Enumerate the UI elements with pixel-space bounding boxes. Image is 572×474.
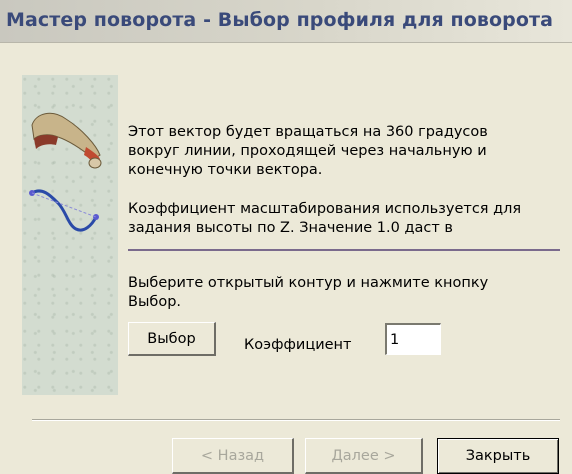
section-divider — [128, 249, 560, 251]
description-text: Этот вектор будет вращаться на 360 граду… — [128, 123, 538, 243]
back-button[interactable]: < Назад — [172, 438, 294, 474]
revolve-illustration-panel — [22, 75, 118, 395]
coefficient-input[interactable] — [385, 323, 441, 355]
next-button[interactable]: Далее > — [305, 438, 423, 474]
instruction-text: Выберите открытый контур и нажмите кнопк… — [128, 275, 489, 310]
window-title: Мастер поворота - Выбор профиля для пово… — [6, 9, 554, 31]
description-paragraph-1: Этот вектор будет вращаться на 360 граду… — [128, 124, 488, 178]
close-button[interactable]: Закрыть — [437, 438, 559, 474]
title-bar: Мастер поворота - Выбор профиля для пово… — [0, 0, 572, 43]
footer-divider — [32, 419, 560, 421]
revolve-profile-illustration-icon — [29, 112, 102, 232]
wizard-body: Этот вектор будет вращаться на 360 граду… — [0, 43, 572, 474]
select-button[interactable]: Выбор — [128, 322, 216, 356]
description-paragraph-2: Коэффициент масштабирования используется… — [128, 201, 522, 236]
coefficient-label: Коэффициент — [244, 337, 352, 353]
